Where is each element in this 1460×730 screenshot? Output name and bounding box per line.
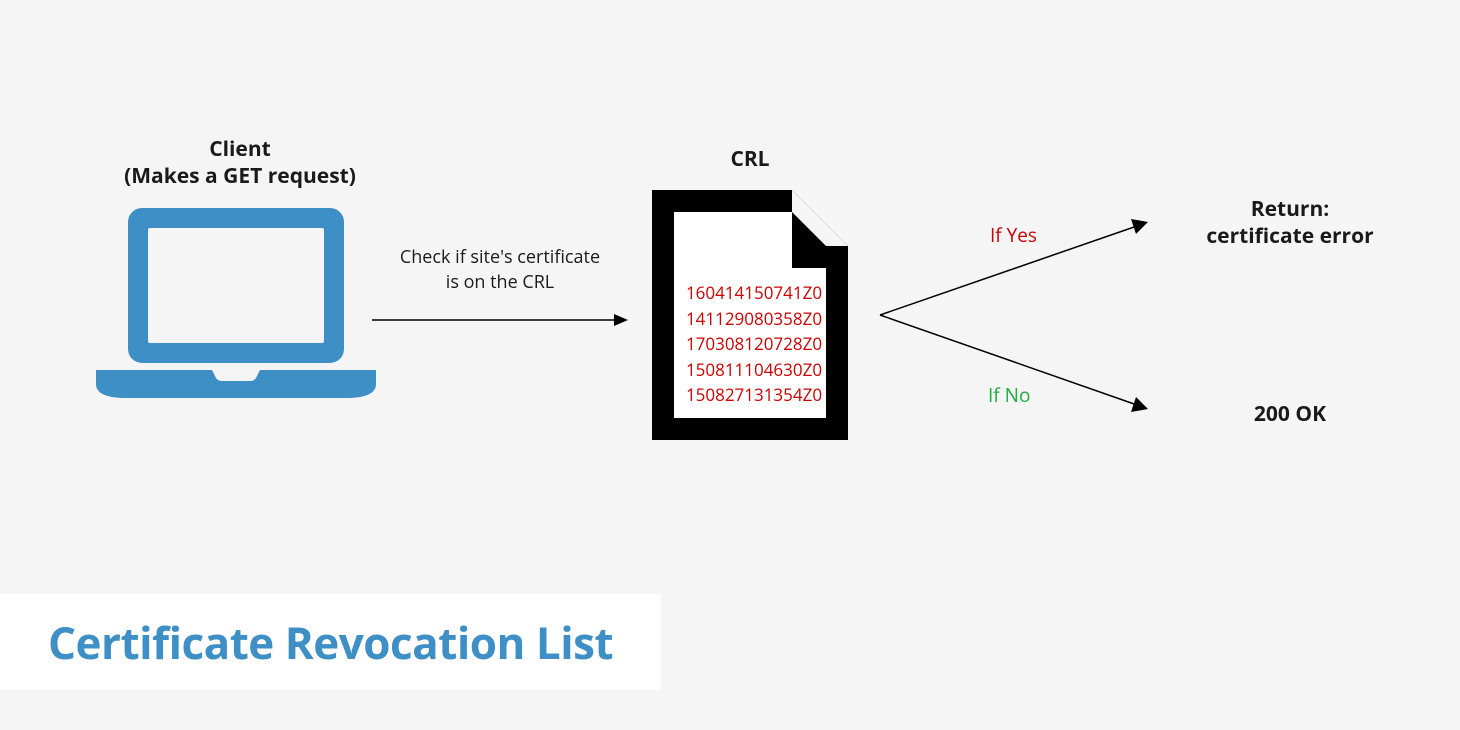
crl-label: CRL (670, 145, 830, 173)
arrow-check-label: Check if site's certificate is on the CR… (370, 245, 630, 295)
crl-entry: 160414150741Z0 (680, 280, 828, 306)
if-yes-label: If Yes (990, 222, 1037, 248)
arrow-check-line2: is on the CRL (446, 270, 554, 294)
ok-label: 200 OK (1180, 400, 1400, 428)
title-box: Certificate Revocation List (0, 594, 661, 690)
client-label-line2: (Makes a GET request) (124, 162, 356, 190)
arrow-to-crl-icon (370, 310, 630, 330)
if-no-label: If No (988, 382, 1030, 408)
return-line1: Return: (1251, 195, 1330, 223)
arrow-check-line1: Check if site's certificate (400, 245, 600, 269)
client-label: Client (Makes a GET request) (100, 136, 380, 191)
client-label-line1: Client (209, 135, 271, 163)
return-line2: certificate error (1206, 222, 1373, 250)
crl-entry: 170308120728Z0 (680, 331, 828, 357)
laptop-icon (86, 200, 386, 420)
return-error-label: Return: certificate error (1180, 196, 1400, 251)
crl-entry: 150827131354Z0 (680, 382, 828, 408)
diagram-title: Certificate Revocation List (48, 612, 613, 672)
crl-entries: 160414150741Z0 141129080358Z0 1703081207… (680, 280, 828, 408)
crl-entry: 150811104630Z0 (680, 357, 828, 383)
crl-entry: 141129080358Z0 (680, 306, 828, 332)
